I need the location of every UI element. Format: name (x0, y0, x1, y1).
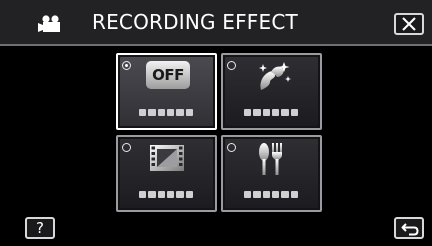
off-icon: OFF (146, 61, 190, 89)
effect-label-placeholder (139, 109, 193, 116)
effect-option-film[interactable] (116, 135, 217, 212)
effect-label-placeholder (244, 109, 298, 116)
food-icon (251, 142, 293, 180)
movie-camera-icon (38, 15, 64, 37)
effect-option-off[interactable]: OFF (116, 53, 217, 130)
skin-beautify-icon (251, 60, 293, 96)
page-title: RECORDING EFFECT (92, 10, 298, 34)
radio-unselected (227, 61, 236, 70)
radio-selected (122, 61, 131, 70)
header-bar: RECORDING EFFECT (0, 0, 432, 46)
effect-option-beautify[interactable] (221, 53, 322, 130)
effect-label-placeholder (244, 191, 298, 198)
back-arrow-icon (401, 223, 419, 236)
close-icon (402, 17, 416, 31)
effect-option-food[interactable] (221, 135, 322, 212)
radio-unselected (122, 143, 131, 152)
radio-unselected (227, 143, 236, 152)
film-icon (146, 142, 188, 178)
help-button[interactable]: ? (25, 217, 55, 239)
back-button[interactable] (394, 217, 424, 239)
close-button[interactable] (394, 13, 424, 35)
effect-label-placeholder (139, 191, 193, 198)
